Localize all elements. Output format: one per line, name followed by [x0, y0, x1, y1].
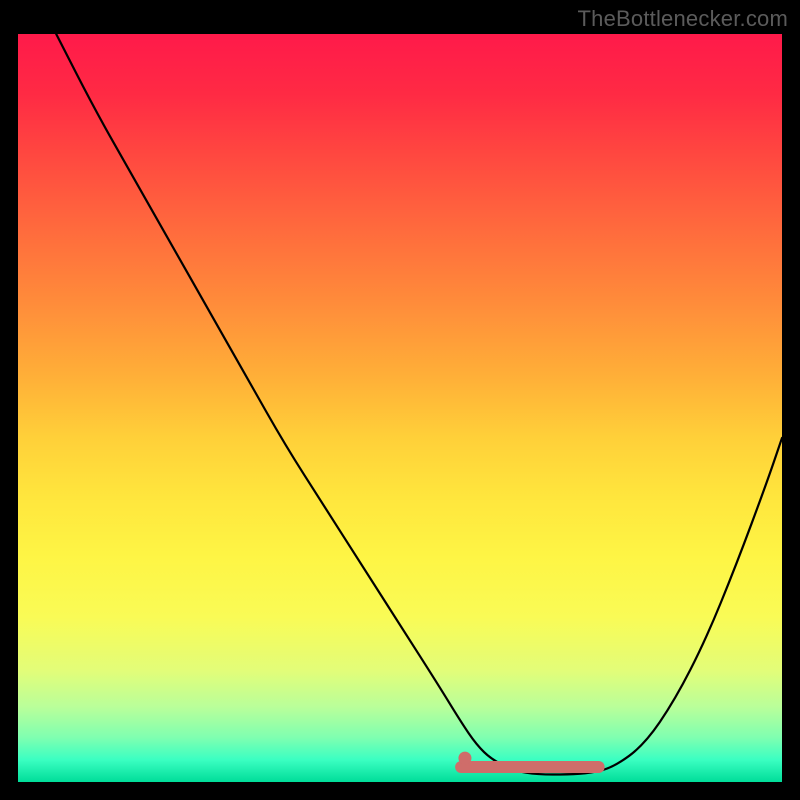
chart-svg [18, 34, 782, 782]
marker-dot-icon [458, 752, 471, 765]
plot-area [18, 34, 782, 782]
bottleneck-curve [56, 34, 782, 775]
watermark-text: TheBottlenecker.com [578, 6, 788, 32]
chart-container: TheBottlenecker.com [0, 0, 800, 800]
